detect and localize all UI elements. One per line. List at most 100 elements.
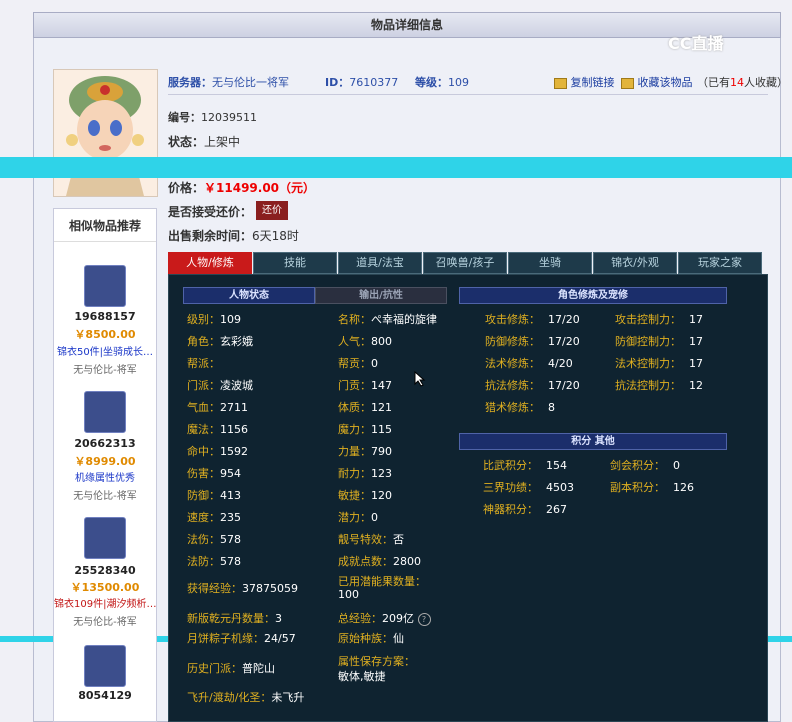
section-cultivation: 角色修炼及宠修: [459, 287, 727, 304]
similar-item-price: ￥8500.00: [74, 328, 136, 341]
tab-player-home[interactable]: 玩家之家: [678, 252, 762, 274]
total-exp-row: 总经验：209亿 ?: [338, 610, 431, 626]
similar-item-price: ￥13500.00: [70, 581, 140, 594]
stat-row: 命中：1592: [187, 445, 248, 458]
cultivation-row: 攻击修炼： 17/20: [485, 313, 580, 326]
fav-suffix: 人收藏）: [744, 76, 788, 89]
id-info: ID：7610377: [325, 74, 398, 90]
fly-row: 飞升/渡劫/化圣：未飞升: [187, 691, 305, 704]
stat-row: 防御：413: [187, 489, 241, 502]
section-char-state[interactable]: 人物状态: [183, 287, 315, 304]
tab-character[interactable]: 人物/修炼: [168, 252, 252, 274]
used-potential-value: 100: [338, 588, 359, 601]
copy-icon: [554, 77, 567, 89]
tab-pets[interactable]: 召唤兽/孩子: [423, 252, 507, 274]
similar-items-sidebar: 相似物品推荐 19688157 ￥8500.00 锦衣50件|坐骑成长… 无与伦…: [53, 208, 157, 722]
stat-row: 帮贡：0: [338, 357, 378, 370]
history-row: 历史门派：普陀山: [187, 662, 275, 675]
similar-item-avatar-icon[interactable]: [84, 517, 126, 559]
similar-item-avatar-icon[interactable]: [84, 645, 126, 687]
tab-bar: 人物/修炼 技能 道具/法宝 召唤兽/孩子 坐骑 锦衣/外观 玩家之家: [168, 252, 768, 274]
stat-row: 名称：ぺ幸福的旋律: [338, 313, 437, 326]
similar-item-desc[interactable]: 锦衣50件|坐骑成长…: [54, 343, 156, 358]
cultivation-row: 抗法修炼： 17/20: [485, 379, 580, 392]
id-value: 7610377: [349, 76, 399, 89]
help-icon[interactable]: ?: [417, 613, 431, 626]
favorite-link[interactable]: 收藏该物品: [621, 74, 693, 90]
stat-row: 潜力：0: [338, 511, 378, 524]
qky-row: 新版乾元丹数量：3: [187, 612, 282, 625]
time-value: 6天18时: [252, 229, 299, 243]
similar-item-price: ￥8999.00: [74, 455, 136, 468]
similar-item-server: 无与伦比-将军: [73, 491, 137, 502]
stat-row: 门贡：147: [338, 379, 392, 392]
score-row: 比武积分： 154: [483, 459, 567, 472]
score-row: 剑会积分： 0: [610, 459, 680, 472]
fav-count: 14: [730, 76, 744, 89]
cultivation-row: 防御修炼： 17/20: [485, 335, 580, 348]
character-panel: 人物状态 输出/抗性 角色修炼及宠修 积分 其他 级别：109 角色：玄彩娥 帮…: [168, 274, 768, 722]
copy-link[interactable]: 复制链接: [554, 74, 615, 90]
stat-row: 耐力：123: [338, 467, 392, 480]
score-row: 副本积分： 126: [610, 481, 694, 494]
section-output[interactable]: 输出/抗性: [315, 287, 447, 304]
cultivation-row: 攻击控制力： 17: [615, 313, 703, 326]
similar-item-avatar-icon[interactable]: [84, 265, 126, 307]
favorite-count: （已有14人收藏）: [697, 74, 788, 90]
stat-row: 力量：790: [338, 445, 392, 458]
similar-item-id[interactable]: 8054129: [54, 689, 156, 702]
stat-row: 魔法：1156: [187, 423, 248, 436]
mouse-cursor-icon: [414, 371, 426, 387]
favorite-icon: [621, 77, 634, 89]
server-label: 服务器：: [168, 76, 212, 89]
stat-row: 体质：121: [338, 401, 392, 414]
id-label: ID：: [325, 76, 350, 89]
tab-appearance[interactable]: 锦衣/外观: [593, 252, 677, 274]
stat-row: 魔力：115: [338, 423, 392, 436]
code-label: 编号：: [168, 111, 201, 124]
code-value: 12039511: [201, 111, 257, 124]
item-price: 价格：￥11499.00（元）: [168, 179, 315, 196]
stat-row: 成就点数：2800: [338, 555, 421, 568]
sidebar-divider: [54, 241, 156, 242]
score-row: 三界功绩： 4503: [483, 481, 574, 494]
similar-item-desc[interactable]: 锦衣109件|潮汐频析…: [54, 595, 156, 610]
race-row: 原始种族：仙: [338, 632, 404, 645]
exp-row: 获得经验：37875059: [187, 582, 298, 595]
status-value: 上架中: [204, 135, 241, 149]
similar-item-server: 无与伦比-将军: [73, 617, 137, 628]
time-remaining: 出售剩余时间：6天18时: [168, 227, 299, 244]
similar-item-id[interactable]: 20662313: [54, 437, 156, 450]
stat-row: 角色：玄彩娥: [187, 335, 253, 348]
bargain-button[interactable]: 还价: [256, 201, 288, 220]
bargain-label: 是否接受还价：: [168, 205, 253, 219]
stat-row: 法防：578: [187, 555, 241, 568]
stat-row: 气血：2711: [187, 401, 248, 414]
stat-row: 法伤：578: [187, 533, 241, 546]
status-label: 状态：: [168, 135, 205, 149]
stat-row: 速度：235: [187, 511, 241, 524]
tab-mounts[interactable]: 坐骑: [508, 252, 592, 274]
similar-item-id[interactable]: 19688157: [54, 310, 156, 323]
level-label: 等级：: [415, 76, 448, 89]
stat-row: 帮派：: [187, 357, 220, 370]
similar-item-id[interactable]: 25528340: [54, 564, 156, 577]
stream-watermark: CC直播: [668, 34, 724, 53]
cultivation-row: 猎术修炼： 8: [485, 401, 555, 414]
similar-item-desc[interactable]: 机缘属性优秀: [54, 469, 156, 484]
cultivation-row: 抗法控制力： 12: [615, 379, 703, 392]
tab-skills[interactable]: 技能: [253, 252, 337, 274]
tab-items[interactable]: 道具/法宝: [338, 252, 422, 274]
level-info: 等级：109: [415, 74, 469, 90]
item-code: 编号：12039511: [168, 109, 257, 125]
favorite-label: 收藏该物品: [637, 76, 693, 89]
stat-row: 人气：800: [338, 335, 392, 348]
cultivation-row: 法术修炼： 4/20: [485, 357, 573, 370]
cultivation-row: 防御控制力： 17: [615, 335, 703, 348]
sidebar-title: 相似物品推荐: [68, 219, 141, 233]
stat-row: 伤害：954: [187, 467, 241, 480]
stat-row: 靓号特效：否: [338, 533, 404, 546]
stat-row: 敏捷：120: [338, 489, 392, 502]
similar-item-server: 无与伦比-将军: [73, 365, 137, 376]
similar-item-avatar-icon[interactable]: [84, 391, 126, 433]
